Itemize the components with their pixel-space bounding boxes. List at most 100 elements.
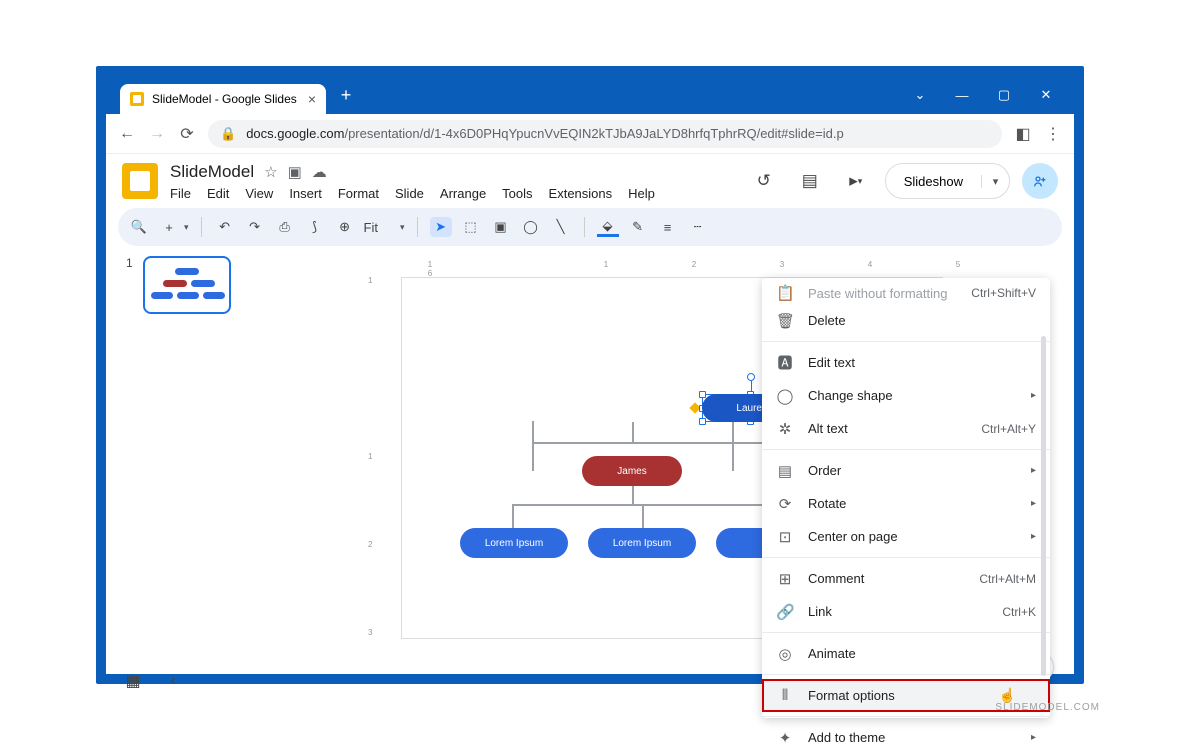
submenu-arrow-icon: ▸ xyxy=(1031,498,1036,509)
doc-title[interactable]: SlideModel xyxy=(170,162,254,182)
forward-button[interactable]: → xyxy=(148,125,166,143)
slides-logo-icon[interactable] xyxy=(122,163,158,199)
line-icon[interactable]: ╲ xyxy=(550,219,572,235)
ctx-rotate[interactable]: ⟳ Rotate ▸ xyxy=(762,487,1050,520)
ctx-link[interactable]: 🔗 Link Ctrl+K xyxy=(762,595,1050,628)
tab-title: SlideModel - Google Slides xyxy=(152,92,297,106)
browser-tab[interactable]: SlideModel - Google Slides × xyxy=(120,84,326,114)
menu-arrange[interactable]: Arrange xyxy=(440,186,486,201)
paint-format-icon[interactable]: ⟆ xyxy=(304,219,326,235)
textbox-icon[interactable]: ⬚ xyxy=(460,219,482,235)
paste-nf-icon: 📋 xyxy=(776,284,794,302)
slideshow-label: Slideshow xyxy=(886,174,981,189)
search-menus-icon[interactable]: 🔍 xyxy=(128,219,150,235)
thumb-number: 1 xyxy=(126,256,133,270)
maximize-button[interactable]: ▢ xyxy=(986,84,1022,106)
new-tab-button[interactable]: + xyxy=(334,83,358,107)
ctx-change-shape[interactable]: ◯ Change shape ▸ xyxy=(762,379,1050,412)
shape-lorem1[interactable]: Lorem Ipsum xyxy=(460,528,568,558)
zoom-icon[interactable]: ⊕ xyxy=(334,219,356,235)
browser-addressbar: ← → ⟳ 🔒 docs.google.com/presentation/d/1… xyxy=(106,114,1074,154)
rotate-icon: ⟳ xyxy=(776,495,794,513)
slides-favicon xyxy=(130,92,144,106)
select-tool-icon[interactable]: ➤ xyxy=(430,217,452,237)
tab-close-icon[interactable]: × xyxy=(308,91,316,107)
format-options-icon: ⫴ xyxy=(776,687,794,704)
ctx-comment[interactable]: ⊞ Comment Ctrl+Alt+M xyxy=(762,562,1050,595)
meet-icon[interactable]: ▸▾ xyxy=(839,164,873,198)
border-dash-icon[interactable]: ┄ xyxy=(687,219,709,235)
comments-icon[interactable]: ▤ xyxy=(793,164,827,198)
menu-file[interactable]: File xyxy=(170,186,191,201)
chevron-down-icon[interactable]: ⌄ xyxy=(902,84,938,106)
fill-color-icon[interactable]: ⬙ xyxy=(597,218,619,237)
prev-slide-icon[interactable]: ‹ xyxy=(162,670,184,692)
ctx-animate[interactable]: ◎ Animate xyxy=(762,637,1050,670)
link-icon: 🔗 xyxy=(776,603,794,621)
ctx-add-to-theme[interactable]: ✦ Add to theme ▸ xyxy=(762,721,1050,754)
undo-icon[interactable]: ↶ xyxy=(214,219,236,235)
reload-button[interactable]: ⟳ xyxy=(178,125,196,143)
menu-tools[interactable]: Tools xyxy=(502,186,532,201)
move-folder-icon[interactable]: ▣ xyxy=(288,163,302,181)
ctx-paste-without-formatting[interactable]: 📋 Paste without formatting Ctrl+Shift+V xyxy=(762,282,1050,304)
ctx-alt-text[interactable]: ✲ Alt text Ctrl+Alt+Y xyxy=(762,412,1050,445)
kebab-menu-icon[interactable]: ⋮ xyxy=(1044,125,1062,143)
url-path: /presentation/d/1-4x6D0PHqYpucnVvEQIN2kT… xyxy=(344,126,843,141)
ctx-edit-text[interactable]: 🅰 Edit text xyxy=(762,346,1050,379)
sidepanel-icon[interactable]: ◧ xyxy=(1014,125,1032,143)
toolbar: 🔍 +▾ ↶ ↷ ⎙ ⟆ ⊕ Fit▾ ➤ ⬚ ▣ ◯ ╲ ⬙ ✎ ≡ ┄ xyxy=(118,208,1062,246)
new-slide-icon[interactable]: + xyxy=(158,220,180,235)
slideshow-dropdown[interactable]: ▾ xyxy=(981,175,1009,188)
slideshow-button[interactable]: Slideshow ▾ xyxy=(885,163,1010,199)
comment-icon: ⊞ xyxy=(776,570,794,588)
slide-thumbnail-1[interactable] xyxy=(143,256,231,314)
menu-format[interactable]: Format xyxy=(338,186,379,201)
trash-icon: 🗑 xyxy=(776,312,794,330)
border-weight-icon[interactable]: ≡ xyxy=(657,220,679,235)
edit-text-icon: 🅰 xyxy=(776,352,794,373)
menu-extensions[interactable]: Extensions xyxy=(549,186,613,201)
print-icon[interactable]: ⎙ xyxy=(274,219,296,235)
minimize-button[interactable]: — xyxy=(944,84,980,106)
order-icon: ▤ xyxy=(776,462,794,480)
menu-bar: File Edit View Insert Format Slide Arran… xyxy=(170,186,655,201)
star-icon[interactable]: ☆ xyxy=(264,163,277,181)
submenu-arrow-icon: ▸ xyxy=(1031,531,1036,542)
submenu-arrow-icon: ▸ xyxy=(1031,390,1036,401)
close-button[interactable]: ✕ xyxy=(1028,84,1064,106)
image-icon[interactable]: ▣ xyxy=(490,219,512,235)
app-header: SlideModel ☆ ▣ ☁ File Edit View Insert F… xyxy=(106,154,1074,208)
window-controls: ⌄ — ▢ ✕ xyxy=(902,84,1074,106)
grid-view-icon[interactable]: ▦ xyxy=(122,670,144,692)
menu-view[interactable]: View xyxy=(245,186,273,201)
shape-james[interactable]: James xyxy=(582,456,682,486)
watermark: SLIDEMODEL.COM xyxy=(995,702,1100,713)
url-field[interactable]: 🔒 docs.google.com/presentation/d/1-4x6D0… xyxy=(208,120,1002,148)
app-window: SlideModel - Google Slides × + ⌄ — ▢ ✕ ←… xyxy=(96,66,1084,684)
menu-insert[interactable]: Insert xyxy=(289,186,322,201)
shape-icon[interactable]: ◯ xyxy=(520,219,542,235)
ctx-delete[interactable]: 🗑 Delete xyxy=(762,304,1050,337)
zoom-level[interactable]: Fit xyxy=(364,220,378,235)
browser-titlebar: SlideModel - Google Slides × + ⌄ — ▢ ✕ xyxy=(106,76,1074,114)
back-button[interactable]: ← xyxy=(118,125,136,143)
menu-edit[interactable]: Edit xyxy=(207,186,229,201)
history-icon[interactable]: ↺ xyxy=(747,164,781,198)
ctx-scrollbar[interactable] xyxy=(1041,336,1046,676)
animate-icon: ◎ xyxy=(776,645,794,663)
share-button[interactable] xyxy=(1022,163,1058,199)
change-shape-icon: ◯ xyxy=(776,387,794,405)
menu-help[interactable]: Help xyxy=(628,186,655,201)
shape-lorem2[interactable]: Lorem Ipsum xyxy=(588,528,696,558)
vertical-ruler: 1123 xyxy=(368,276,382,716)
ctx-center-on-page[interactable]: ⊡ Center on page ▸ xyxy=(762,520,1050,553)
lock-icon: 🔒 xyxy=(220,126,236,142)
border-color-icon[interactable]: ✎ xyxy=(627,219,649,235)
redo-icon[interactable]: ↷ xyxy=(244,219,266,235)
menu-slide[interactable]: Slide xyxy=(395,186,424,201)
theme-icon: ✦ xyxy=(776,729,794,747)
url-host: docs.google.com xyxy=(246,126,344,141)
ctx-order[interactable]: ▤ Order ▸ xyxy=(762,454,1050,487)
submenu-arrow-icon: ▸ xyxy=(1031,732,1036,743)
